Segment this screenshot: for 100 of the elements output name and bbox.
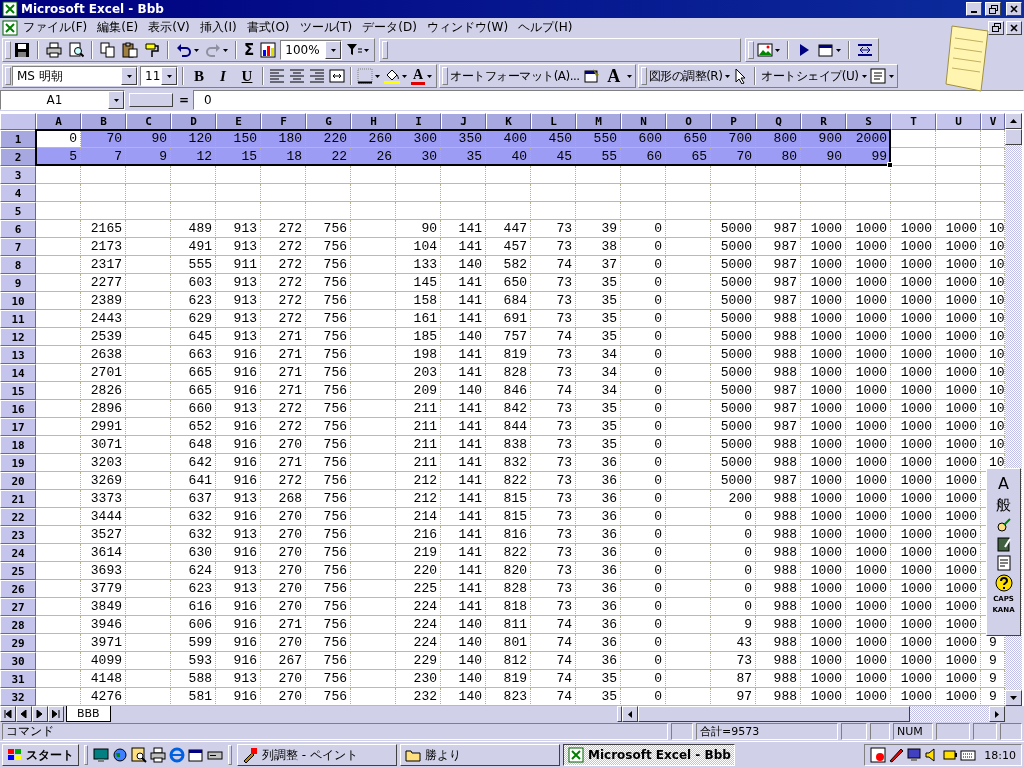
save-icon[interactable] <box>14 42 30 58</box>
window-icon[interactable] <box>188 747 204 763</box>
name-box[interactable]: A1 <box>0 90 125 110</box>
row-header[interactable]: 23 <box>0 526 36 544</box>
arrow-left-icon[interactable] <box>628 710 632 718</box>
draw-menu-button[interactable]: 図形の調整(R) <box>647 65 724 87</box>
merge-cells-icon[interactable] <box>329 68 345 84</box>
empty-cell[interactable] <box>351 544 396 562</box>
empty-cell[interactable] <box>126 274 171 292</box>
empty-cell[interactable] <box>351 382 396 400</box>
row-header[interactable]: 31 <box>0 670 36 688</box>
splitter-handle[interactable] <box>129 93 173 107</box>
empty-cell[interactable] <box>351 400 396 418</box>
empty-cell[interactable] <box>891 184 936 202</box>
empty-cell[interactable] <box>261 166 306 184</box>
empty-cell[interactable] <box>351 346 396 364</box>
empty-cell[interactable] <box>756 166 801 184</box>
empty-cell[interactable] <box>666 436 711 454</box>
empty-cell[interactable] <box>351 418 396 436</box>
empty-cell[interactable] <box>126 562 171 580</box>
clock-icon[interactable] <box>870 747 887 763</box>
font-size-field[interactable]: 11 <box>140 66 178 86</box>
empty-cell[interactable] <box>666 598 711 616</box>
empty-cell[interactable] <box>306 184 351 202</box>
empty-cell[interactable] <box>936 166 981 184</box>
notebook-icon[interactable] <box>995 536 1012 552</box>
empty-cell[interactable] <box>666 202 711 220</box>
row-header[interactable]: 28 <box>0 616 36 634</box>
input-mode-button[interactable]: A <box>998 475 1009 493</box>
empty-cell[interactable] <box>936 148 981 166</box>
empty-cell[interactable] <box>711 166 756 184</box>
align-right-icon[interactable] <box>309 68 325 84</box>
empty-cell[interactable] <box>126 310 171 328</box>
empty-cell[interactable] <box>936 202 981 220</box>
empty-cell[interactable] <box>666 472 711 490</box>
text-box-icon[interactable] <box>869 68 886 84</box>
row-header[interactable]: 3 <box>0 166 36 184</box>
minimize-button[interactable] <box>966 2 982 16</box>
scroll-thumb[interactable] <box>638 706 910 722</box>
autoshapes-menu-button[interactable]: オートシェイプ(U) <box>760 65 860 87</box>
resize-icon[interactable] <box>857 42 874 58</box>
empty-cell[interactable] <box>396 184 441 202</box>
empty-cell[interactable] <box>666 670 711 688</box>
paste-icon[interactable] <box>122 42 138 58</box>
scroll-left-button[interactable] <box>622 706 638 722</box>
empty-cell[interactable] <box>666 310 711 328</box>
caret-icon[interactable] <box>725 74 731 78</box>
empty-cell[interactable] <box>756 184 801 202</box>
borders-icon[interactable] <box>357 68 373 84</box>
empty-cell[interactable] <box>126 418 171 436</box>
row-header[interactable]: 26 <box>0 580 36 598</box>
dialog-icon[interactable] <box>583 68 600 84</box>
empty-cell[interactable] <box>666 526 711 544</box>
row-header[interactable]: 4 <box>0 184 36 202</box>
row-header[interactable]: 18 <box>0 436 36 454</box>
empty-cell[interactable] <box>666 256 711 274</box>
empty-cell[interactable] <box>756 202 801 220</box>
empty-cell[interactable] <box>351 166 396 184</box>
row-header[interactable]: 20 <box>0 472 36 490</box>
empty-cell[interactable] <box>126 256 171 274</box>
empty-cell[interactable] <box>576 202 621 220</box>
row-header[interactable]: 13 <box>0 346 36 364</box>
row-header[interactable]: 5 <box>0 202 36 220</box>
arrow-left-icon[interactable] <box>20 710 28 718</box>
close-button[interactable] <box>1006 2 1022 16</box>
underline-button[interactable]: U <box>236 65 258 87</box>
row-header[interactable]: 17 <box>0 418 36 436</box>
menu-item[interactable]: 表示(V) <box>143 19 195 36</box>
row-header[interactable]: 11 <box>0 310 36 328</box>
empty-cell[interactable] <box>126 220 171 238</box>
column-header[interactable]: V <box>981 113 1005 130</box>
menu-item[interactable]: 書式(O) <box>241 19 295 36</box>
sheet-tab[interactable]: BBB <box>66 706 111 722</box>
empty-cell[interactable] <box>81 184 126 202</box>
empty-cell[interactable] <box>351 184 396 202</box>
empty-cell[interactable] <box>801 202 846 220</box>
printer-icon[interactable] <box>150 747 166 763</box>
caret-icon[interactable] <box>223 48 228 52</box>
empty-cell[interactable] <box>441 184 486 202</box>
empty-cell[interactable] <box>666 544 711 562</box>
caret-icon[interactable] <box>626 74 632 78</box>
font-field[interactable]: MS 明朝 <box>12 66 138 86</box>
empty-cell[interactable] <box>126 382 171 400</box>
empty-cell[interactable] <box>576 166 621 184</box>
caret-icon[interactable] <box>888 74 894 78</box>
empty-cell[interactable] <box>351 580 396 598</box>
caret-icon[interactable] <box>402 74 407 78</box>
empty-cell[interactable] <box>306 166 351 184</box>
pen-icon[interactable] <box>888 747 905 763</box>
empty-cell[interactable] <box>126 184 171 202</box>
row-header[interactable]: 9 <box>0 274 36 292</box>
empty-cell[interactable] <box>711 184 756 202</box>
empty-cell[interactable] <box>261 184 306 202</box>
empty-cell[interactable] <box>351 616 396 634</box>
split-handle[interactable] <box>617 706 622 722</box>
menu-item[interactable]: 挿入(I) <box>194 19 242 36</box>
empty-cell[interactable] <box>351 202 396 220</box>
caret-icon[interactable] <box>836 48 842 52</box>
empty-cell[interactable] <box>351 670 396 688</box>
last-sheet-button[interactable] <box>48 706 64 722</box>
